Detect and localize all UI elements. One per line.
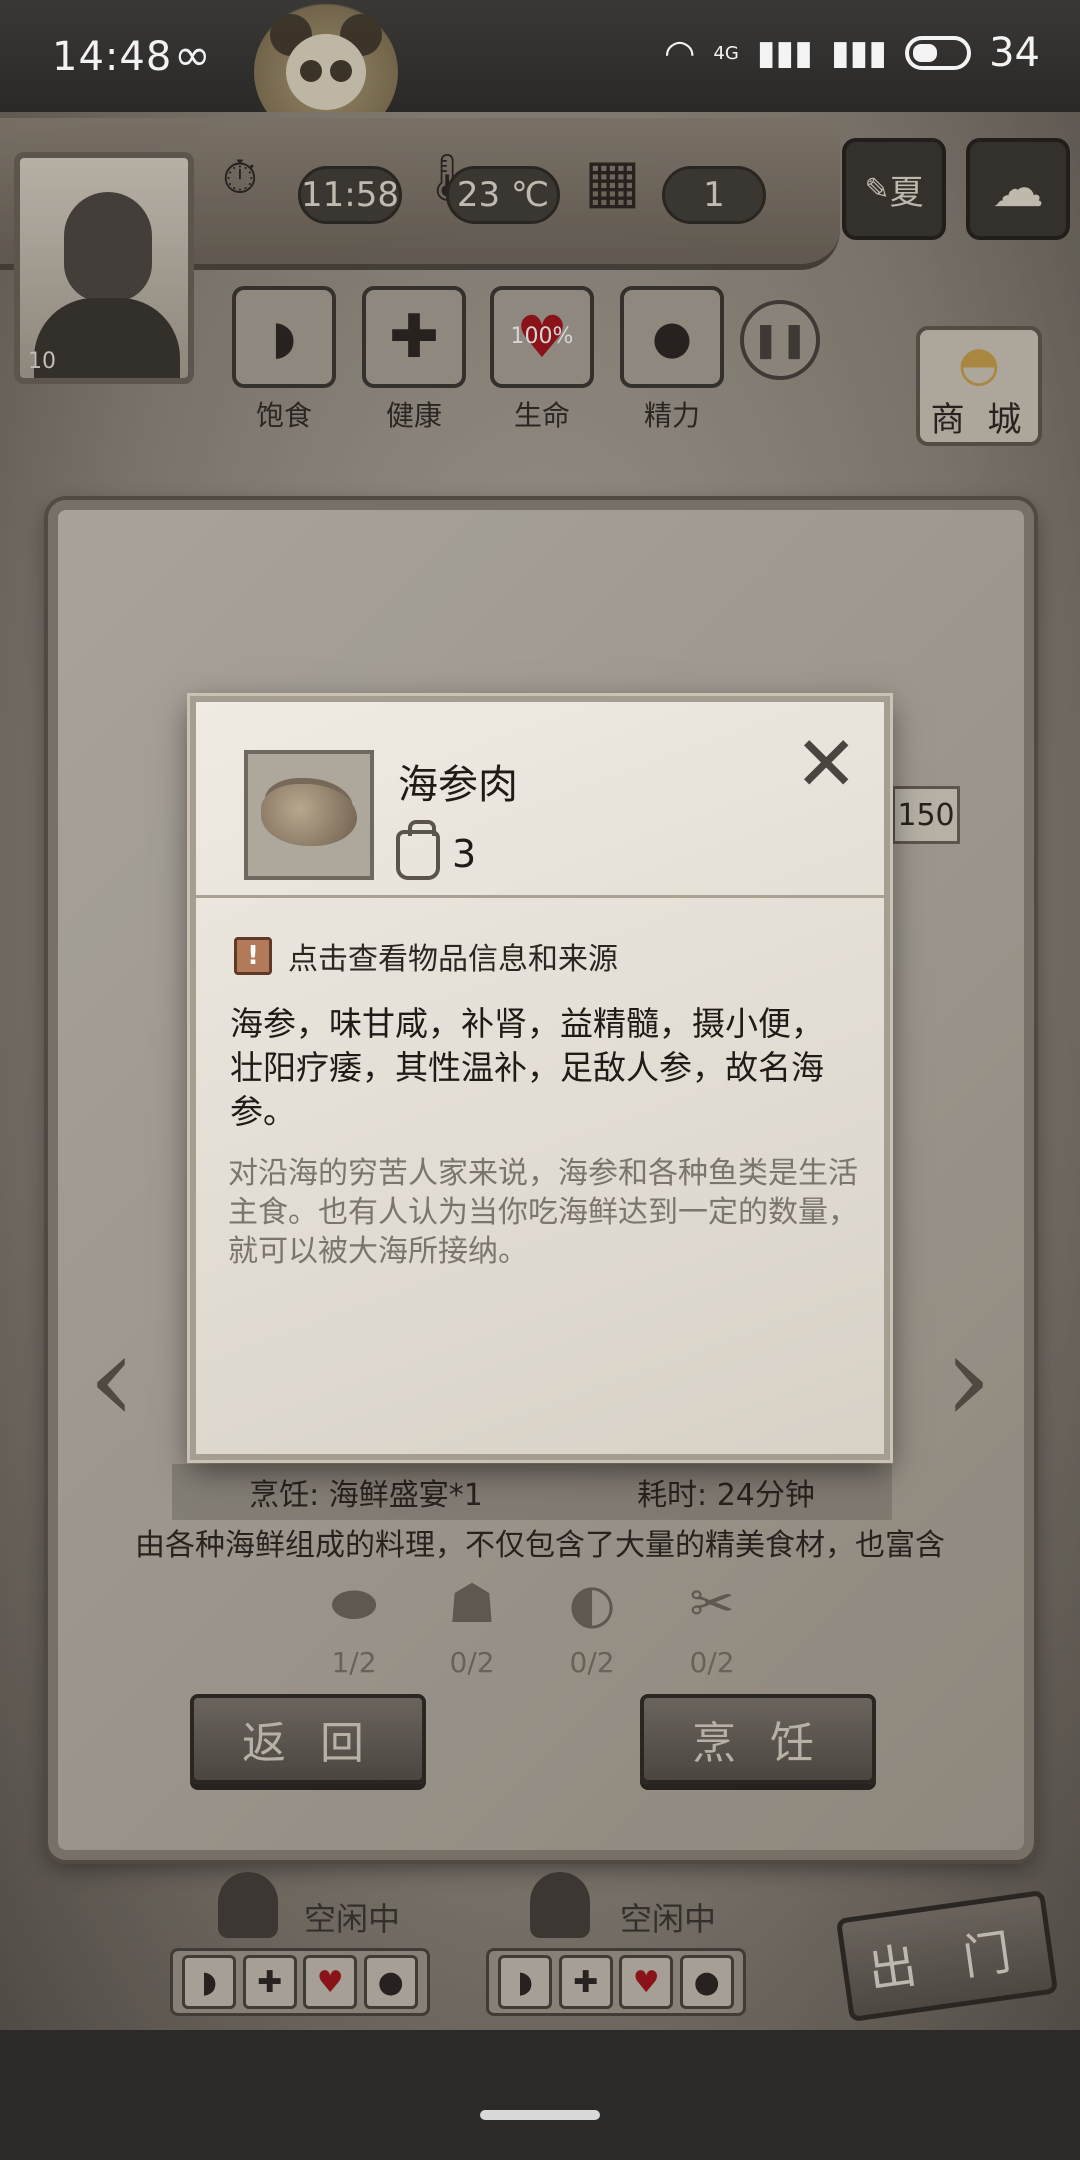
item-description: 海参，味甘咸，补肾，益精髓，摄小便，壮阳疗痿，其性温补，足敌人参，故名海参。 <box>230 1004 824 1131</box>
signal-icon-2: ▮▮▮ <box>830 33 888 73</box>
battery-level: 34 <box>989 30 1040 76</box>
popup-header: 海参肉 3 ✕ <box>196 702 884 898</box>
item-info-hint: 点击查看物品信息和来源 <box>288 942 618 977</box>
status-icons: ◠ 4G ▮▮▮ ▮▮▮ 34 <box>664 30 1040 76</box>
status-time: 14:48 <box>52 34 173 80</box>
bag-icon <box>396 820 440 880</box>
panda-eye-left <box>300 60 322 82</box>
home-gesture-handle[interactable] <box>480 2110 600 2120</box>
panda-eye-right <box>330 60 352 82</box>
signal-icon: ▮▮▮ <box>756 33 813 73</box>
network-label: 4G <box>713 42 739 64</box>
close-icon[interactable]: ✕ <box>794 726 858 802</box>
exclamation-icon: ! <box>234 937 272 975</box>
item-name: 海参肉 <box>398 762 518 808</box>
battery-icon <box>905 36 972 70</box>
panda-face <box>286 34 366 110</box>
item-lore: 对沿海的穷苦人家来说，海参和各种鱼类是生活主食。也有人认为当你吃海鲜达到一定的数… <box>228 1156 858 1269</box>
item-info-popup: 海参肉 3 ✕ ! 点击查看物品信息和来源 海参，味甘咸，补肾，益精髓，摄小便，… <box>190 696 890 1460</box>
item-thumbnail[interactable] <box>244 750 374 880</box>
sea-cucumber-icon <box>261 784 357 846</box>
infinity-icon: ∞ <box>174 30 211 81</box>
item-count: 3 <box>452 832 477 876</box>
item-info-link[interactable]: ! 点击查看物品信息和来源 <box>234 934 618 978</box>
wifi-icon: ◠ <box>663 32 696 74</box>
status-bar: 14:48 ∞ ◠ 4G ▮▮▮ ▮▮▮ 34 <box>0 0 1080 112</box>
system-nav-bar <box>0 2030 1080 2160</box>
